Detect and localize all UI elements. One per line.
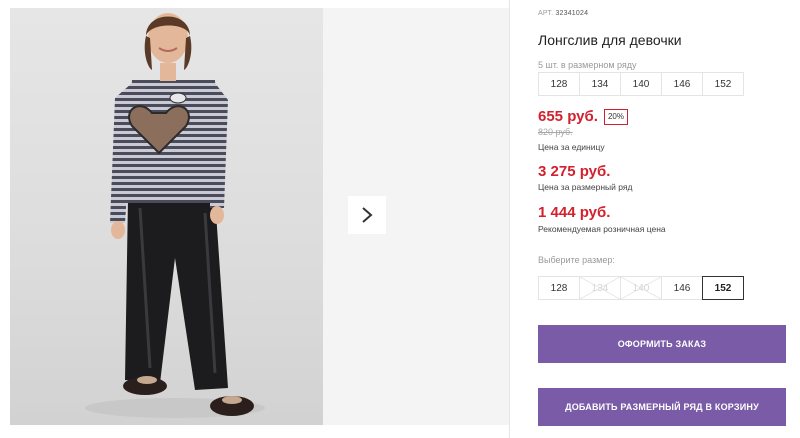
size-option-128[interactable]: 128	[538, 276, 580, 300]
unit-price: 655 руб.	[538, 108, 598, 125]
series-size-128: 128	[538, 72, 580, 96]
next-photo-button[interactable]	[348, 196, 386, 234]
size-option-label: 140	[632, 282, 650, 294]
series-price-caption: Цена за размерный ряд	[538, 182, 633, 192]
add-series-to-cart-button[interactable]: ДОБАВИТЬ РАЗМЕРНЫЙ РЯД В КОРЗИНУ	[538, 388, 786, 426]
old-price: 820 руб.	[538, 127, 573, 137]
discount-badge: 20%	[603, 108, 628, 125]
girl-photo-illustration	[85, 13, 265, 418]
article-number: АРТ. 32341024	[538, 10, 588, 17]
size-series-row: 128 134 140 146 152	[538, 72, 744, 96]
size-select-hint: Выберите размер:	[538, 255, 615, 265]
series-price: 3 275 руб.	[538, 163, 611, 180]
size-option-label: 128	[550, 282, 568, 294]
size-series-hint: 5 шт. в размерном ряду	[538, 60, 637, 70]
series-size-140: 140	[620, 72, 662, 96]
retail-price: 1 444 руб.	[538, 204, 611, 221]
size-select-row: 128 134 140 146 152	[538, 276, 744, 300]
product-title: Лонгслив для девочки	[538, 32, 682, 48]
size-option-152[interactable]: 152	[702, 276, 744, 300]
size-option-134: 134	[579, 276, 621, 300]
chevron-right-icon	[362, 207, 373, 223]
retail-price-caption: Рекомендуемая розничная цена	[538, 224, 666, 234]
size-option-146[interactable]: 146	[661, 276, 703, 300]
panel-divider	[509, 0, 510, 438]
series-size-146: 146	[661, 72, 703, 96]
size-option-label: 134	[591, 282, 609, 294]
series-size-152: 152	[702, 72, 744, 96]
checkout-button[interactable]: ОФОРМИТЬ ЗАКАЗ	[538, 325, 786, 363]
unit-price-block: 655 руб. 20%	[538, 108, 628, 125]
size-option-label: 146	[673, 282, 691, 294]
series-size-134: 134	[579, 72, 621, 96]
article-label: АРТ.	[538, 10, 554, 17]
size-option-140: 140	[620, 276, 662, 300]
product-photo[interactable]	[10, 8, 323, 425]
unit-price-caption: Цена за единицу	[538, 142, 605, 152]
article-value: 32341024	[555, 10, 589, 17]
size-option-label: 152	[714, 282, 732, 294]
